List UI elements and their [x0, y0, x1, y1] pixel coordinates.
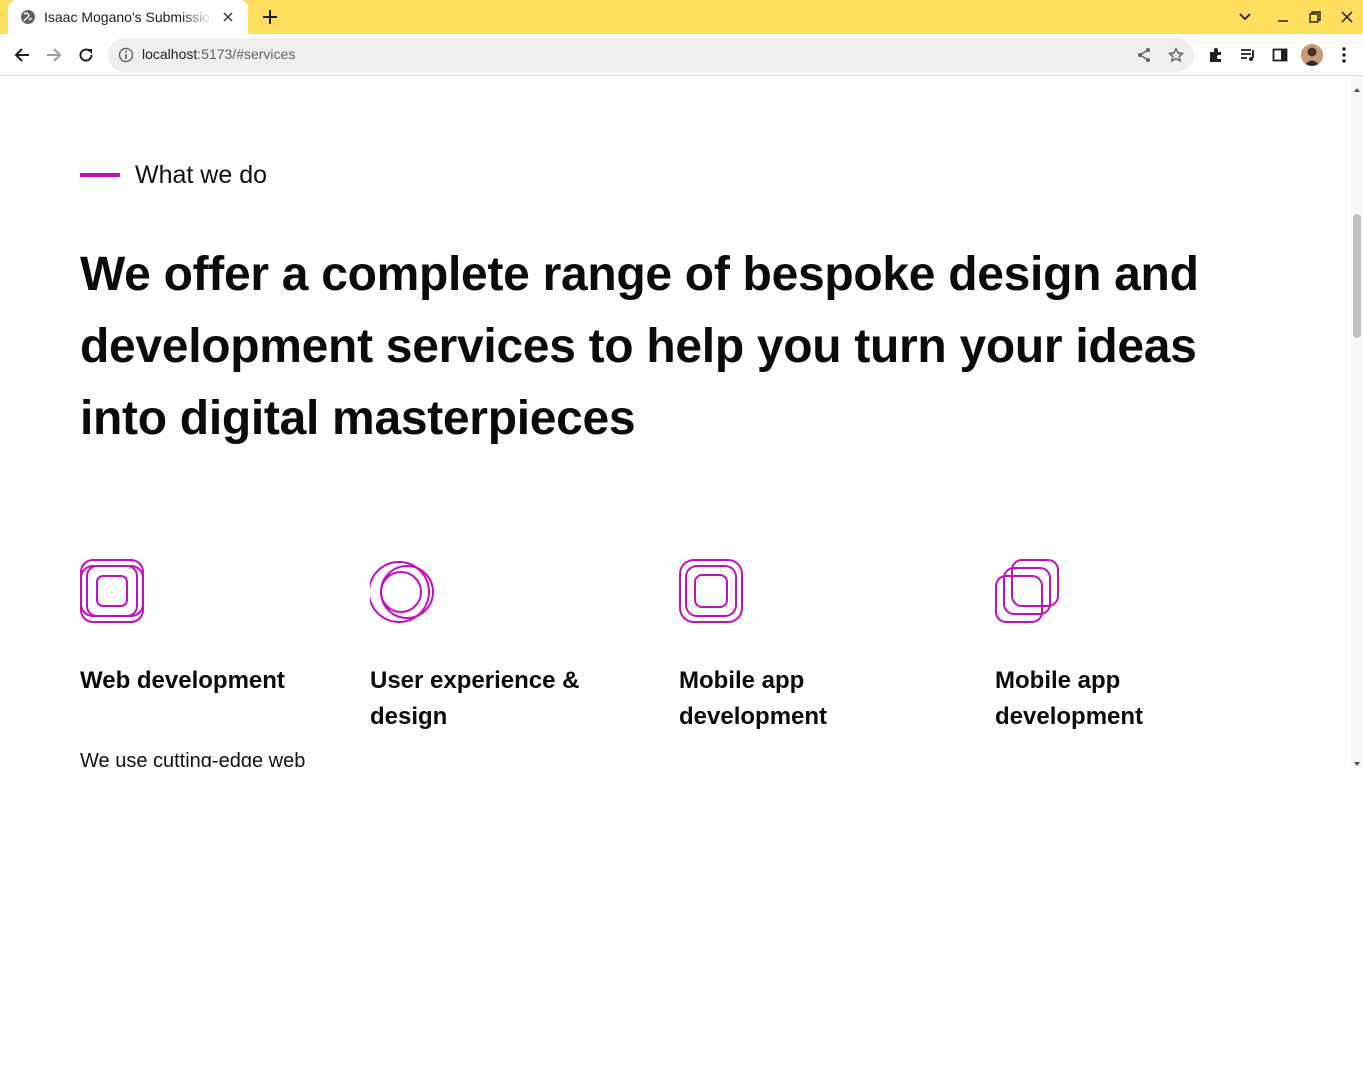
- restore-icon[interactable]: [1305, 7, 1325, 27]
- section-eyebrow: What we do: [80, 160, 268, 189]
- extensions-puzzle-icon[interactable]: [1204, 43, 1228, 67]
- close-tab-icon[interactable]: [218, 7, 238, 27]
- eyebrow-text: What we do: [135, 160, 268, 189]
- tab-title: Isaac Mogano's Submission: [44, 9, 212, 25]
- stacked-squares-icon: [995, 559, 1061, 625]
- active-tab[interactable]: Isaac Mogano's Submission: [8, 0, 248, 34]
- concentric-squares-icon: [679, 559, 745, 625]
- service-description: We use cutting-edge web: [80, 750, 306, 767]
- menu-kebab-icon[interactable]: [1332, 43, 1356, 67]
- close-window-icon[interactable]: [1337, 7, 1357, 27]
- bookmark-star-icon[interactable]: [1167, 46, 1185, 64]
- tab-search-chevron-icon[interactable]: [1235, 7, 1255, 27]
- back-arrow-icon[interactable]: [10, 43, 34, 67]
- nested-squares-icon: [80, 559, 146, 625]
- service-title: Mobile app development: [995, 667, 1144, 730]
- service-title: User experience & design: [370, 667, 580, 730]
- scroll-up-arrow-icon[interactable]: [1353, 81, 1361, 92]
- section-headline: We offer a complete range of bespoke des…: [80, 248, 1199, 445]
- service-title: Web development: [80, 667, 285, 694]
- browser-toolbar: localhost:5173/#services: [0, 34, 1363, 76]
- media-queue-icon[interactable]: [1236, 43, 1260, 67]
- service-card: User experience & design: [368, 559, 579, 730]
- reload-icon[interactable]: [74, 43, 98, 67]
- page-scrollbar[interactable]: [1351, 77, 1363, 767]
- tab-strip: Isaac Mogano's Submission: [0, 0, 1363, 34]
- page-viewport: What we do We offer a complete range of …: [0, 77, 1363, 767]
- share-icon[interactable]: [1135, 46, 1153, 64]
- forward-arrow-icon[interactable]: [42, 43, 66, 67]
- profile-avatar[interactable]: [1301, 44, 1323, 66]
- url-text: localhost:5173/#services: [142, 46, 296, 62]
- service-card: Mobile app development: [679, 559, 827, 730]
- side-panel-icon[interactable]: [1268, 43, 1292, 67]
- address-bar[interactable]: localhost:5173/#services: [108, 38, 1194, 72]
- scroll-down-arrow-icon[interactable]: [1353, 755, 1361, 766]
- service-card: Mobile app development: [995, 559, 1143, 730]
- accent-line: [80, 173, 120, 177]
- globe-icon: [20, 9, 36, 25]
- service-title: Mobile app development: [679, 667, 828, 730]
- new-tab-icon[interactable]: [258, 5, 282, 29]
- service-card: Web development We use cutting-edge web: [80, 559, 305, 767]
- overlapping-circles-icon: [368, 559, 436, 625]
- site-info-icon[interactable]: [118, 47, 134, 63]
- scrollbar-thumb[interactable]: [1353, 214, 1361, 338]
- minimize-icon[interactable]: [1273, 7, 1293, 27]
